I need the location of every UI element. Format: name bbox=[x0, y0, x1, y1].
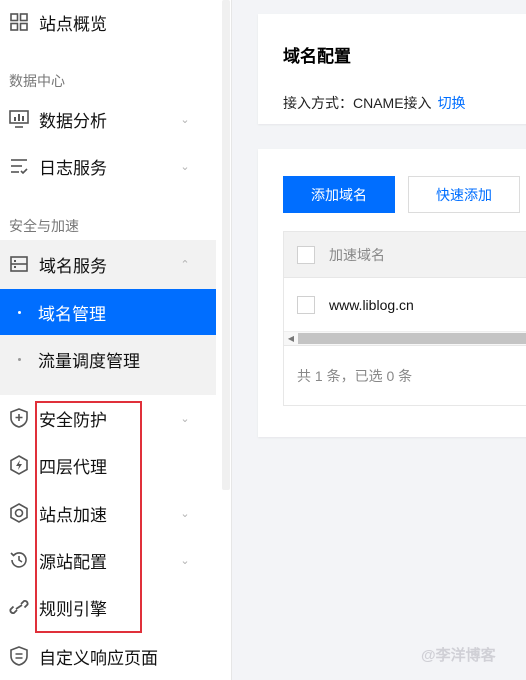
group-title-security: 安全与加速 bbox=[9, 218, 79, 234]
sidebar-item-label: 日志服务 bbox=[39, 158, 107, 178]
sidebar-item-domain-service[interactable]: 域名服务 ⌃ bbox=[0, 242, 216, 286]
sidebar-item-label: 安全防护 bbox=[39, 410, 107, 430]
monitor-chart-icon bbox=[9, 109, 29, 129]
table-footer: 共 1 条，已选 0 条 bbox=[284, 345, 526, 405]
sidebar-item-analytics[interactable]: 数据分析 ⌄ bbox=[0, 97, 216, 141]
sidebar-item-label: 自定义响应页面 bbox=[39, 648, 158, 668]
server-icon bbox=[9, 254, 29, 274]
sidebar-item-label: 域名服务 bbox=[39, 256, 107, 276]
history-clock-icon bbox=[9, 550, 29, 570]
horizontal-scrollbar[interactable]: ◀ bbox=[284, 331, 526, 345]
sidebar-item-label: 站点概览 bbox=[39, 14, 107, 34]
sidebar-item-label: 流量调度管理 bbox=[38, 351, 140, 371]
chevron-down-icon: ⌄ bbox=[180, 113, 190, 126]
bullet-icon bbox=[18, 310, 21, 314]
chevron-down-icon: ⌄ bbox=[180, 412, 190, 425]
access-method: 接入方式：CNAME接入 切换 bbox=[283, 93, 466, 113]
sidebar-item-label: 源站配置 bbox=[39, 552, 107, 572]
sidebar-item-label: 四层代理 bbox=[39, 457, 107, 477]
lightning-hexagon-icon bbox=[9, 455, 29, 475]
shield-list-icon bbox=[9, 646, 29, 666]
table-row[interactable]: www.liblog.cn bbox=[284, 278, 526, 331]
sidebar-item-label: 数据分析 bbox=[39, 111, 107, 131]
domain-config-card: 域名配置 接入方式：CNAME接入 切换 bbox=[258, 14, 526, 124]
sidebar-item-label: 站点加速 bbox=[39, 505, 107, 525]
sidebar-subitem-traffic-schedule[interactable]: 流量调度管理 bbox=[0, 336, 216, 382]
card-title: 域名配置 bbox=[283, 47, 351, 66]
scroll-left-icon[interactable]: ◀ bbox=[284, 334, 298, 343]
domain-list-card: 添加域名 快速添加 加速域名 www.liblog.cn ◀ 共 1 条，已选 … bbox=[258, 149, 526, 437]
access-method-label: 接入方式：CNAME接入 bbox=[283, 95, 432, 111]
sidebar-item-custom-page[interactable]: 自定义响应页面 bbox=[0, 634, 216, 678]
sidebar-item-label: 规则引擎 bbox=[39, 599, 107, 619]
accelerate-icon bbox=[9, 503, 29, 523]
bullet-icon bbox=[18, 357, 21, 361]
sidebar: 站点概览 数据中心 数据分析 ⌄ 日志服务 ⌄ 安全与加速 域名服务 ⌃ 域名管… bbox=[0, 0, 232, 680]
sidebar-item-site-accel[interactable]: 站点加速 ⌄ bbox=[0, 491, 216, 535]
domain-table: 加速域名 www.liblog.cn ◀ 共 1 条，已选 0 条 bbox=[283, 231, 526, 406]
chevron-down-icon: ⌄ bbox=[180, 507, 190, 520]
sidebar-item-label: 域名管理 bbox=[38, 304, 106, 324]
quick-add-button[interactable]: 快速添加 bbox=[408, 176, 520, 213]
scrollbar-thumb[interactable] bbox=[298, 333, 526, 344]
sidebar-item-origin-config[interactable]: 源站配置 ⌄ bbox=[0, 538, 216, 582]
table-header: 加速域名 bbox=[284, 232, 526, 278]
link-icon bbox=[9, 597, 29, 617]
group-title-data: 数据中心 bbox=[9, 73, 65, 89]
column-header-domain: 加速域名 bbox=[329, 246, 385, 263]
sidebar-item-security-protect[interactable]: 安全防护 ⌄ bbox=[0, 396, 216, 440]
switch-link[interactable]: 切换 bbox=[438, 95, 466, 111]
sidebar-subitem-domain-manage[interactable]: 域名管理 bbox=[0, 289, 216, 335]
sidebar-item-logs[interactable]: 日志服务 ⌄ bbox=[0, 144, 216, 188]
add-domain-button[interactable]: 添加域名 bbox=[283, 176, 395, 213]
select-all-checkbox[interactable] bbox=[297, 245, 315, 264]
sidebar-item-rule-engine[interactable]: 规则引擎 bbox=[0, 585, 216, 629]
sidebar-item-overview[interactable]: 站点概览 bbox=[0, 0, 216, 44]
watermark: @李洋博客 bbox=[421, 647, 496, 664]
shield-icon bbox=[9, 408, 29, 428]
sidebar-item-l4-proxy[interactable]: 四层代理 bbox=[0, 443, 216, 487]
domain-cell[interactable]: www.liblog.cn bbox=[329, 297, 414, 313]
chevron-up-icon: ⌃ bbox=[180, 258, 190, 271]
chevron-down-icon: ⌄ bbox=[180, 160, 190, 173]
log-list-icon bbox=[9, 156, 29, 176]
sidebar-scrollbar[interactable] bbox=[222, 0, 230, 490]
chevron-down-icon: ⌄ bbox=[180, 554, 190, 567]
grid-icon bbox=[9, 12, 29, 32]
row-checkbox[interactable] bbox=[297, 295, 315, 314]
